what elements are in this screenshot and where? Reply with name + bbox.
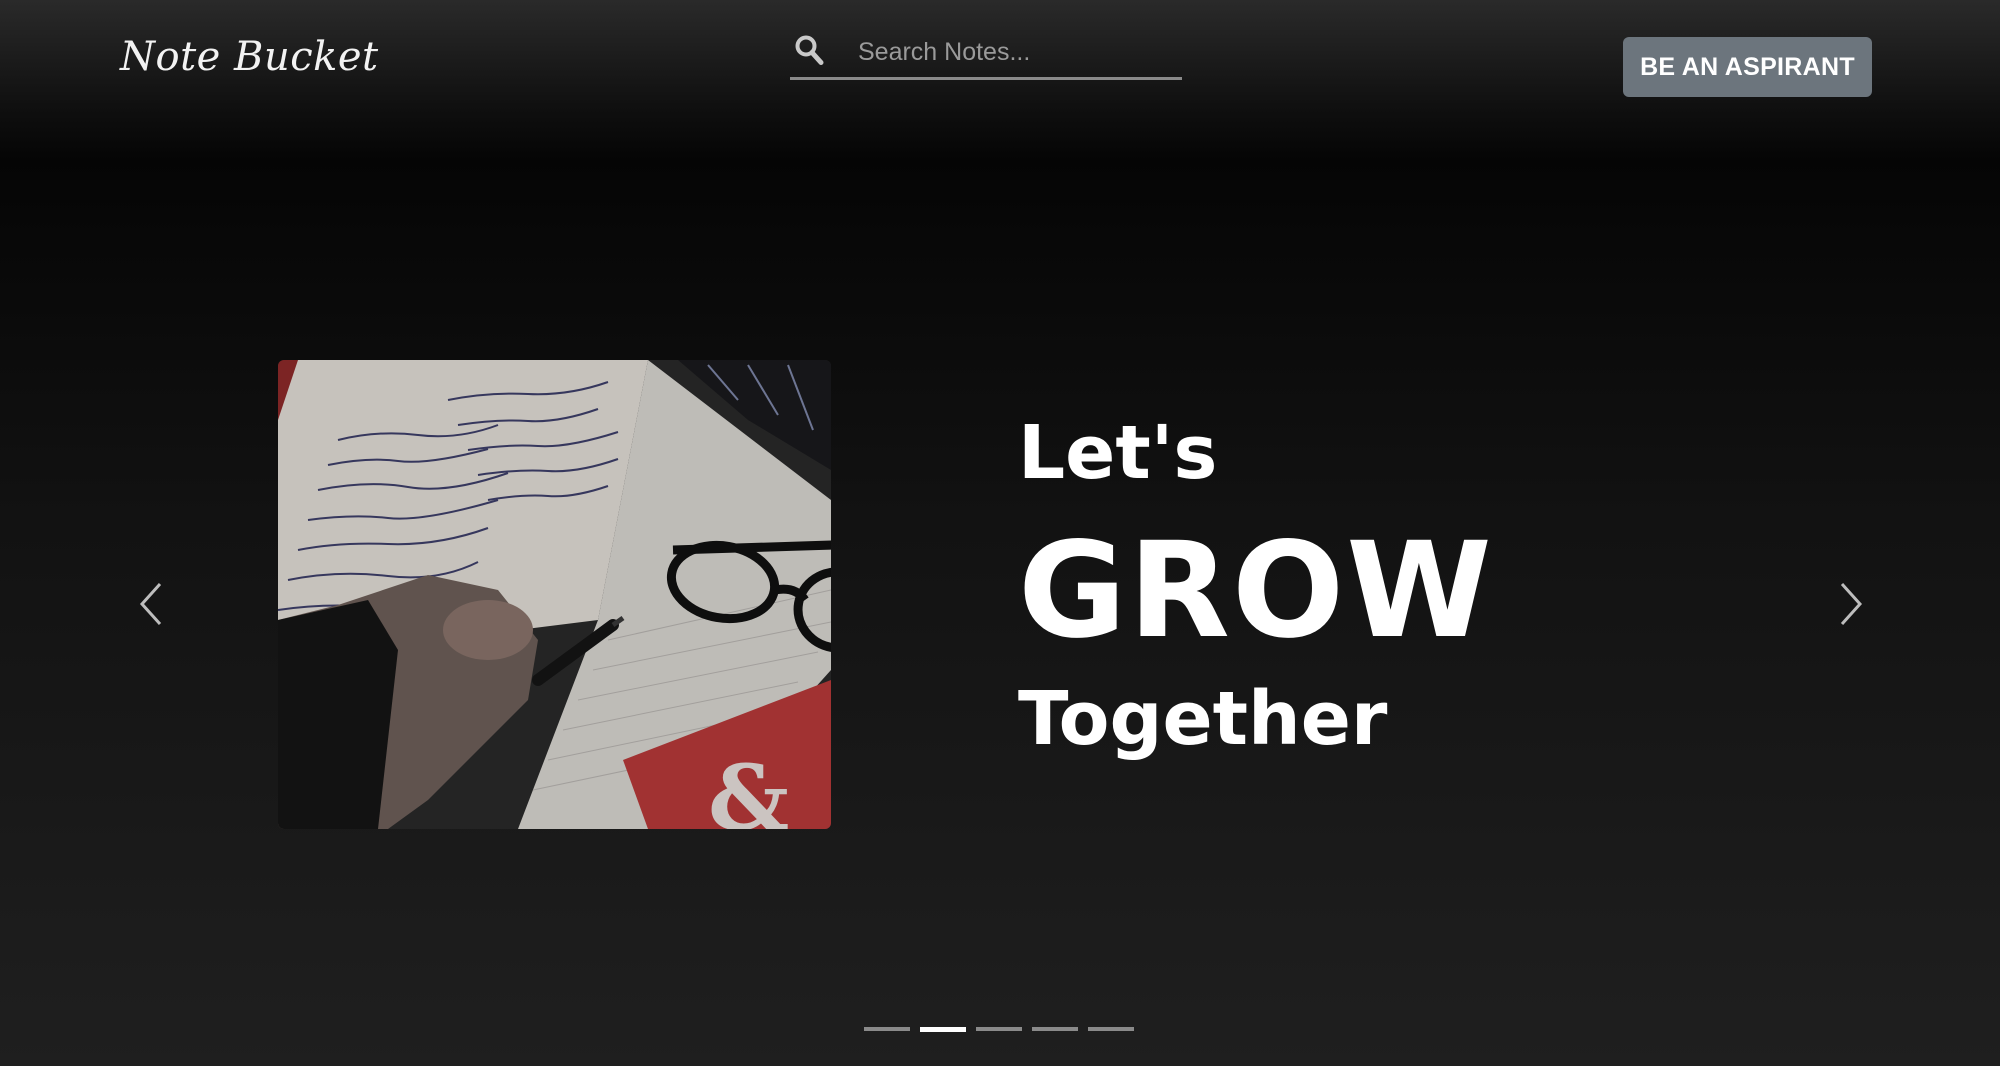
headline-lets: Let's (1018, 410, 1218, 496)
search-icon[interactable] (794, 34, 824, 66)
chevron-left-icon[interactable] (134, 580, 170, 628)
carousel-indicator-5[interactable] (1088, 1027, 1134, 1031)
carousel-indicator-1[interactable] (864, 1027, 910, 1031)
carousel-indicator-4[interactable] (1032, 1027, 1078, 1031)
chevron-right-icon[interactable] (1832, 580, 1868, 628)
brand-logo[interactable]: Note Bucket (120, 34, 379, 80)
search-input[interactable] (856, 32, 1180, 72)
headline-together: Together (1018, 676, 1388, 762)
be-an-aspirant-button[interactable]: BE AN ASPIRANT (1623, 37, 1872, 97)
carousel-indicators (864, 1025, 1134, 1033)
navbar: Note Bucket BE AN ASPIRANT (0, 0, 2000, 135)
search-bar (790, 28, 1182, 80)
carousel-indicator-3[interactable] (976, 1027, 1022, 1031)
notebook-photo: & (278, 360, 831, 829)
carousel-indicator-2[interactable] (920, 1027, 966, 1032)
headline-grow: GROW (1018, 514, 1494, 668)
